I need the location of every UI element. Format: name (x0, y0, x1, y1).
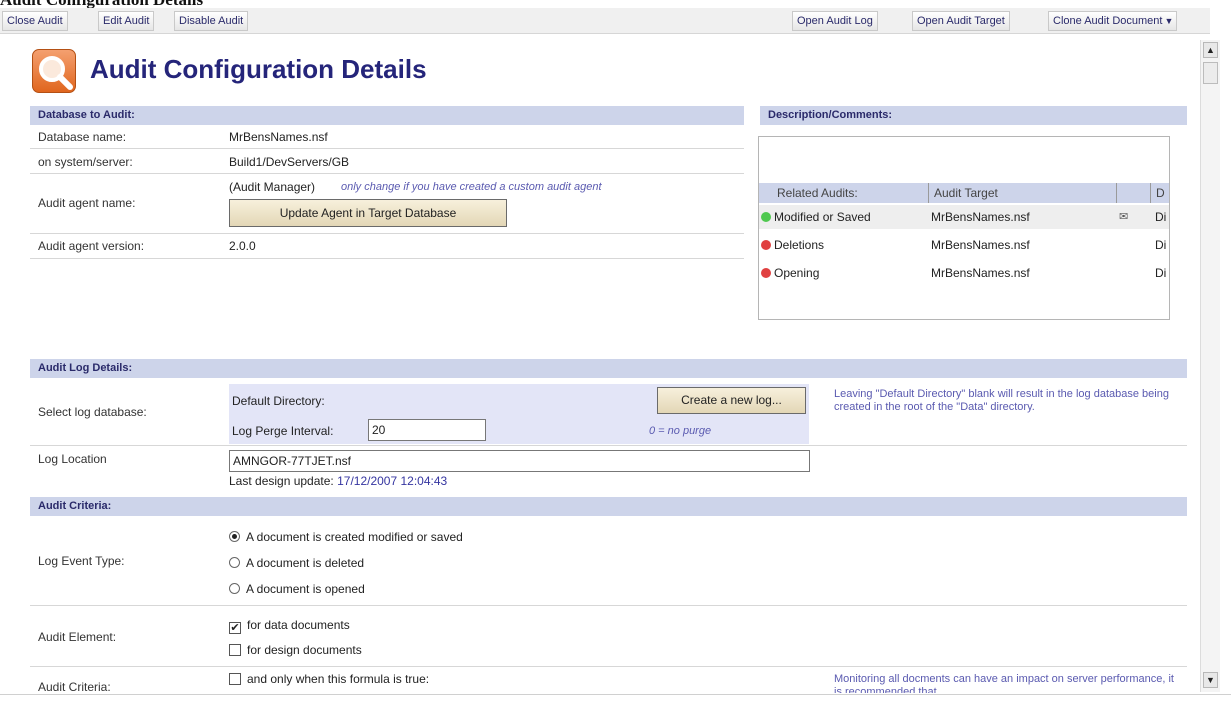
default-directory-hint: Leaving "Default Directory" blank will r… (834, 388, 1169, 413)
server-label: on system/server: (38, 155, 133, 169)
related-audit-row[interactable]: Opening MrBensNames.nsf Di (759, 261, 1169, 285)
icon-column[interactable] (1117, 183, 1151, 203)
divider (30, 666, 1187, 667)
database-name-value: MrBensNames.nsf (229, 130, 328, 144)
related-audit-target: MrBensNames.nsf (931, 266, 1030, 280)
related-audit-name: Deletions (774, 238, 825, 252)
radio-button-icon[interactable] (229, 531, 240, 542)
status-dot-icon (761, 268, 771, 278)
element-option-design[interactable]: for design documents (229, 643, 362, 657)
event-option-deleted[interactable]: A document is deleted (229, 556, 364, 570)
agent-version-value: 2.0.0 (229, 239, 256, 253)
purge-note: 0 = no purge (649, 425, 712, 437)
update-agent-button[interactable]: Update Agent in Target Database (229, 199, 507, 227)
audit-element-label: Audit Element: (38, 630, 117, 644)
related-audit-row[interactable]: Deletions MrBensNames.nsf Di (759, 233, 1169, 257)
formula-performance-hint: Monitoring all docments can have an impa… (834, 673, 1174, 693)
open-audit-log-button[interactable]: Open Audit Log (792, 11, 878, 31)
create-new-log-button[interactable]: Create a new log... (657, 387, 806, 414)
checkbox-icon[interactable] (229, 644, 241, 656)
last-design-update: Last design update: 17/12/2007 12:04:43 (229, 474, 447, 488)
disable-audit-button[interactable]: Disable Audit (174, 11, 249, 31)
related-audit-extra: Di (1155, 266, 1167, 280)
event-option-label: A document is opened (246, 582, 365, 596)
last-design-update-label: Last design update: (229, 474, 334, 488)
default-directory-label: Default Directory: (232, 394, 325, 408)
event-option-label: A document is deleted (246, 556, 365, 570)
envelope-icon: ✉ (1119, 211, 1129, 223)
status-dot-icon (761, 212, 771, 222)
divider (30, 233, 744, 234)
edit-audit-button[interactable]: Edit Audit (98, 11, 155, 31)
server-value: Build1/DevServers/GB (229, 155, 350, 169)
related-audits-column[interactable]: Related Audits: (759, 183, 929, 203)
element-option-label: for data documents (247, 618, 350, 632)
audit-log-details-header: Audit Log Details: (30, 359, 1187, 378)
element-option-label: for design documents (247, 643, 362, 657)
radio-button-icon[interactable] (229, 557, 240, 568)
related-audit-target: MrBensNames.nsf (931, 238, 1030, 252)
related-audits-header: Related Audits: Audit Target D (759, 183, 1169, 203)
divider (30, 605, 1187, 606)
clone-audit-document-label: Clone Audit Document (1053, 15, 1163, 27)
open-audit-target-button[interactable]: Open Audit Target (912, 11, 1010, 31)
database-to-audit-header: Database to Audit: (30, 106, 744, 125)
related-audit-name: Modified or Saved (774, 210, 871, 224)
select-log-database-label: Select log database: (38, 405, 147, 419)
action-bar: Close Audit Edit Audit Disable Audit Ope… (0, 8, 1210, 34)
checkbox-icon[interactable]: ✔ (229, 622, 241, 634)
event-option-opened[interactable]: A document is opened (229, 582, 365, 596)
scroll-down-arrow-icon[interactable]: ▼ (1203, 672, 1218, 688)
scroll-thumb[interactable] (1203, 62, 1218, 84)
log-event-type-label: Log Event Type: (38, 554, 125, 568)
related-audit-name: Opening (774, 266, 820, 280)
purge-interval-label: Log Perge Interval: (232, 424, 334, 438)
related-audit-extra: Di (1155, 210, 1167, 224)
event-option-created[interactable]: A document is created modified or saved (229, 530, 463, 544)
divider (30, 258, 744, 259)
description-box[interactable]: Related Audits: Audit Target D Modified … (758, 136, 1170, 320)
divider (30, 445, 1187, 446)
extra-column[interactable]: D (1151, 183, 1169, 203)
checkbox-icon[interactable] (229, 673, 241, 685)
audit-logo-icon (32, 49, 76, 93)
related-audit-target: MrBensNames.nsf (931, 210, 1030, 224)
last-design-update-value: 17/12/2007 12:04:43 (337, 474, 448, 488)
audit-criteria-header: Audit Criteria: (30, 497, 1187, 516)
audit-target-column[interactable]: Audit Target (929, 183, 1117, 203)
formula-option-label: and only when this formula is true: (247, 672, 430, 686)
page-title: Audit Configuration Details (90, 54, 427, 84)
description-header: Description/Comments: (760, 106, 1187, 125)
log-location-label: Log Location (38, 452, 107, 466)
dropdown-arrow-icon: ▼ (1164, 16, 1174, 26)
status-dot-icon (761, 240, 771, 250)
element-option-data[interactable]: ✔ for data documents (229, 618, 350, 634)
agent-name-note: only change if you have created a custom… (341, 181, 602, 193)
event-option-label: A document is created modified or saved (246, 530, 463, 544)
database-name-label: Database name: (38, 130, 127, 144)
agent-name-value: (Audit Manager) (229, 180, 316, 194)
divider (30, 173, 744, 174)
close-audit-button[interactable]: Close Audit (2, 11, 68, 31)
clone-audit-document-button[interactable]: Clone Audit Document ▼ (1048, 11, 1178, 31)
scroll-up-arrow-icon[interactable]: ▲ (1203, 42, 1218, 58)
log-location-input[interactable] (229, 450, 810, 472)
cut-off-window-title: Audit Configuration Details (0, 0, 203, 9)
related-audit-row[interactable]: Modified or Saved MrBensNames.nsf ✉ Di (759, 205, 1169, 229)
purge-interval-input[interactable] (368, 419, 486, 441)
audit-criteria-label: Audit Criteria: (38, 680, 111, 694)
radio-button-icon[interactable] (229, 583, 240, 594)
window-bottom-edge (0, 694, 1231, 704)
divider (30, 148, 744, 149)
formula-option[interactable]: and only when this formula is true: (229, 672, 429, 686)
vertical-scrollbar[interactable]: ▲ ▼ (1200, 40, 1220, 692)
related-audit-extra: Di (1155, 238, 1167, 252)
agent-name-label: Audit agent name: (38, 196, 136, 210)
agent-version-label: Audit agent version: (38, 239, 145, 253)
